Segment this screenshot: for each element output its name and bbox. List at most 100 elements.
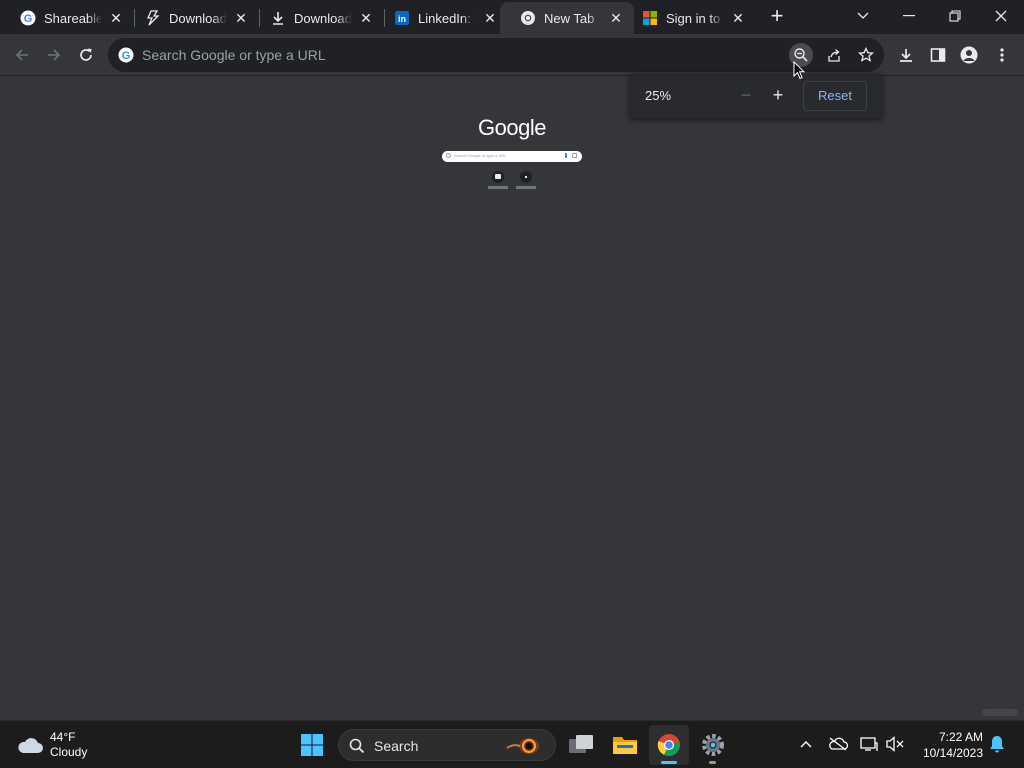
taskbar-search-label: Search [374,738,419,754]
microsoft-icon [642,10,658,26]
zoom-popup: 25% − + Reset [629,73,883,118]
ntp-shortcut-label [488,186,508,189]
tab-linkedin[interactable]: in LinkedIn: L ✕ [374,2,508,34]
web-store-icon [495,174,501,179]
reload-button[interactable] [72,41,100,69]
zoom-level: 25% [645,88,672,103]
forward-button[interactable] [40,41,68,69]
downloads-button[interactable] [892,41,920,69]
tab-title: New Tab [544,10,595,26]
tab-sign-in[interactable]: Sign in to ✕ [622,2,756,34]
ntp-search-box[interactable]: Search Google or type a URL [442,151,582,162]
tab-title: Sign in to [666,10,721,26]
settings-taskbar-button[interactable] [693,725,733,765]
close-icon [995,10,1007,22]
ntp-shortcut[interactable] [492,171,504,183]
zoom-reset-button[interactable]: Reset [803,81,867,111]
notifications-button[interactable] [986,733,1008,755]
windows-logo-icon [301,734,323,756]
share-button[interactable] [822,43,846,67]
svg-text:G: G [122,50,131,62]
zoom-in-button[interactable]: + [770,85,786,105]
taskbar-search[interactable]: Search [338,729,556,761]
tab-close-button[interactable]: ✕ [730,10,746,26]
network-button[interactable] [858,733,880,755]
speaker-muted-icon [886,736,904,752]
svg-text:G: G [24,13,33,25]
folder-icon [613,737,637,754]
search-highlight-icon [506,738,539,754]
clock-date: 10/14/2023 [922,746,983,760]
omnibox-placeholder: Search Google or type a URL [142,47,326,63]
start-button[interactable] [292,725,332,765]
weather-temperature: 44°F [50,730,76,744]
tab-close-button[interactable]: ✕ [108,10,124,26]
svg-text:in: in [398,14,406,24]
tab-title: Shareable [44,10,102,26]
tab-download-2[interactable]: Download ✕ [250,2,384,34]
star-icon [858,47,874,62]
show-hidden-icons-button[interactable] [795,733,817,755]
weather-widget[interactable]: 44°F Cloudy [16,729,87,761]
tab-strip: G Shareable ✕ Download ✕ Download ✕ in L… [0,0,1024,34]
add-shortcut[interactable] [520,171,532,183]
plus-icon [525,176,527,178]
tab-close-button[interactable]: ✕ [233,10,249,26]
gear-icon [702,734,724,756]
active-app-indicator [661,761,677,764]
browser-toolbar: G Search Google or type a URL [0,34,1024,76]
volume-button[interactable] [884,733,906,755]
tab-download-1[interactable]: Download ✕ [125,2,259,34]
reload-icon [80,48,92,61]
tab-close-button[interactable]: ✕ [482,10,498,26]
search-icon [446,153,451,158]
menu-button[interactable] [988,41,1016,69]
mouse-cursor-icon [793,61,805,80]
ntp-shortcut-label [516,186,536,189]
running-app-indicator [709,761,716,764]
side-panel-button[interactable] [924,41,952,69]
forward-arrow-icon [48,49,61,61]
profile-avatar-icon [960,46,978,64]
tab-close-button[interactable]: ✕ [358,10,374,26]
restore-button[interactable] [932,0,978,32]
task-view-button[interactable] [561,725,601,765]
mic-icon[interactable] [565,153,567,158]
tab-search-button[interactable] [840,0,886,32]
bell-icon [990,736,1004,753]
chevron-down-icon [857,12,869,19]
google-logo: Google [478,115,546,140]
minimize-button[interactable] [886,0,932,32]
back-button[interactable] [8,41,36,69]
taskbar: 44°F Cloudy Search 7:22 AM 10/14/2023 [0,720,1024,768]
close-window-button[interactable] [978,0,1024,32]
clock-time: 7:22 AM [938,730,983,744]
cloud-icon [18,738,43,753]
zoom-out-button[interactable]: − [738,85,754,105]
tab-title: LinkedIn: L [418,10,476,26]
omnibox[interactable]: G Search Google or type a URL [108,38,884,72]
search-icon [349,738,365,754]
tab-new-tab[interactable]: New Tab ✕ [500,2,634,34]
lens-icon[interactable] [572,153,577,158]
google-g-icon: G [118,47,134,63]
restore-icon [949,10,961,22]
customize-chrome-button[interactable] [982,709,1018,716]
chrome-taskbar-button[interactable] [649,725,689,765]
minimize-icon [903,15,915,17]
new-tab-button[interactable]: + [766,5,788,28]
task-view-icon [569,735,593,753]
bolt-icon [145,10,161,26]
taskbar-clock[interactable]: 7:22 AM 10/14/2023 [915,729,983,761]
bookmark-button[interactable] [854,43,878,67]
tab-title: Download [294,10,352,26]
tab-title: Download [169,10,227,26]
share-icon [828,49,840,62]
download-icon [900,49,912,62]
profile-button[interactable] [955,41,983,69]
tab-shareable[interactable]: G Shareable ✕ [0,2,134,34]
onedrive-button[interactable] [827,733,849,755]
file-explorer-button[interactable] [605,725,645,765]
back-arrow-icon [15,49,28,61]
more-vert-icon [1000,48,1004,62]
